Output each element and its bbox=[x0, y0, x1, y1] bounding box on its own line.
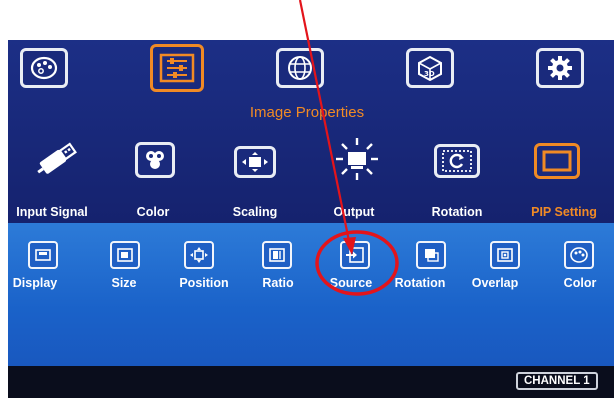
category-scaling[interactable]: Scaling bbox=[233, 205, 277, 219]
ratio-icon[interactable] bbox=[262, 241, 292, 269]
pip-setting-icon[interactable] bbox=[534, 143, 580, 179]
source-icon[interactable] bbox=[340, 241, 370, 269]
color-balls-icon[interactable] bbox=[135, 142, 175, 178]
overlap-icon[interactable] bbox=[490, 241, 520, 269]
category-color[interactable]: Color bbox=[137, 205, 170, 219]
image-properties-icon[interactable] bbox=[150, 44, 204, 92]
category-pip-setting[interactable]: PIP Setting bbox=[531, 205, 597, 219]
gear-icon[interactable] bbox=[536, 48, 584, 88]
sub-overlap[interactable]: Overlap bbox=[472, 276, 519, 290]
main-menu-panel: 3D Image Properties Input Signal Color S… bbox=[8, 40, 614, 223]
sub-color-icon[interactable] bbox=[564, 241, 594, 269]
channel-badge: CHANNEL 1 bbox=[516, 372, 598, 390]
3d-icon[interactable]: 3D bbox=[406, 48, 454, 88]
category-input-signal[interactable]: Input Signal bbox=[16, 205, 88, 219]
category-rotation[interactable]: Rotation bbox=[432, 205, 483, 219]
section-title: Image Properties bbox=[249, 104, 365, 121]
rotation-icon[interactable] bbox=[434, 144, 480, 178]
output-sun-icon[interactable] bbox=[334, 136, 380, 182]
size-icon[interactable] bbox=[110, 241, 140, 269]
sub-ratio[interactable]: Ratio bbox=[262, 276, 293, 290]
palette-icon[interactable] bbox=[20, 48, 68, 88]
sub-display[interactable]: Display bbox=[13, 276, 57, 290]
sub-position[interactable]: Position bbox=[179, 276, 228, 290]
globe-icon[interactable] bbox=[276, 48, 324, 88]
sub-size[interactable]: Size bbox=[111, 276, 136, 290]
category-output[interactable]: Output bbox=[334, 205, 375, 219]
position-icon[interactable] bbox=[184, 241, 214, 269]
usb-icon[interactable] bbox=[32, 136, 82, 182]
svg-text:3D: 3D bbox=[424, 70, 435, 78]
pip-submenu-panel: Display Size Position Ratio Source Rotat… bbox=[8, 223, 614, 366]
sub-source[interactable]: Source bbox=[330, 276, 372, 290]
scaling-icon[interactable] bbox=[234, 146, 276, 178]
sub-rotation-icon[interactable] bbox=[416, 241, 446, 269]
display-icon[interactable] bbox=[28, 241, 58, 269]
sub-color[interactable]: Color bbox=[564, 276, 597, 290]
sub-rotation[interactable]: Rotation bbox=[395, 276, 446, 290]
osd-menu: 3D Image Properties Input Signal Color S… bbox=[8, 0, 614, 398]
